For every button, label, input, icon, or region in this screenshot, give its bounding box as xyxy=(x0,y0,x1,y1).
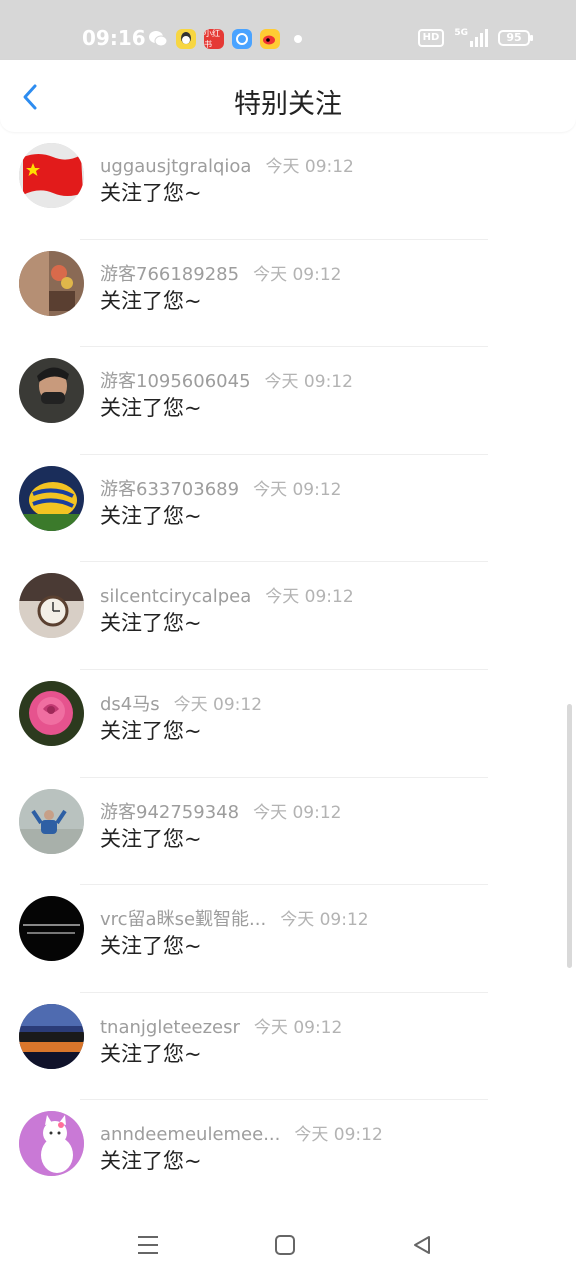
item-message: 关注了您~ xyxy=(100,181,202,205)
home-square-icon xyxy=(275,1235,295,1255)
item-message: 关注了您~ xyxy=(100,826,202,851)
avatar[interactable] xyxy=(19,896,84,962)
screen: 09:16 小红书 HD 5G 95 特别关注 uggausjtgralqioa… xyxy=(0,0,576,1280)
list-item[interactable]: ds4马s 今天 09:12 关注了您~ xyxy=(0,670,576,778)
network-type: 5G xyxy=(454,28,468,38)
user-name[interactable]: 游客942759348 xyxy=(100,802,239,823)
signal-icon xyxy=(470,29,488,47)
status-right: HD 5G 95 xyxy=(417,28,533,47)
item-time: 今天 09:12 xyxy=(253,802,342,823)
user-name[interactable]: 游客633703689 xyxy=(100,479,239,500)
item-time: 今天 09:12 xyxy=(264,372,353,393)
item-message: 关注了您~ xyxy=(100,503,202,528)
user-name[interactable]: ds4马s xyxy=(100,694,160,715)
item-header: 游客942759348 今天 09:12 xyxy=(100,798,341,824)
item-header: vrc留a眯se觐智能... 今天 09:12 xyxy=(100,905,369,931)
scrollbar[interactable] xyxy=(567,704,572,968)
item-message: 关注了您~ xyxy=(100,1041,202,1066)
status-time: 09:16 xyxy=(82,26,146,50)
avatar[interactable] xyxy=(19,788,84,854)
item-message: 关注了您~ xyxy=(100,288,202,313)
list-item[interactable]: uggausjtgralqioa 今天 09:12 关注了您~ xyxy=(0,132,576,240)
item-header: 游客766189285 今天 09:12 xyxy=(100,260,341,286)
list-item[interactable]: 游客1095606045 今天 09:12 关注了您~ xyxy=(0,347,576,455)
back-nav-button[interactable] xyxy=(405,1228,439,1262)
menu-icon xyxy=(138,1236,158,1254)
home-button[interactable] xyxy=(268,1228,302,1262)
list-item[interactable]: tnanjgleteezesr 今天 09:12 关注了您~ xyxy=(0,993,576,1101)
avatar[interactable] xyxy=(19,1003,84,1069)
navigation-bar xyxy=(0,1204,576,1280)
user-name[interactable]: silcentcirycalpea xyxy=(100,586,251,607)
item-message: 关注了您~ xyxy=(100,934,202,959)
header: 特别关注 xyxy=(0,60,576,132)
weibo-icon xyxy=(260,29,280,49)
item-header: 游客1095606045 今天 09:12 xyxy=(100,367,353,393)
item-message: 关注了您~ xyxy=(100,396,202,421)
notification-icons: 小红书 xyxy=(148,27,302,51)
list-item[interactable]: anndeemeulemee... 今天 09:12 关注了您~ xyxy=(0,1100,576,1204)
item-time: 今天 09:12 xyxy=(265,157,354,177)
list-item[interactable]: silcentcirycalpea 今天 09:12 关注了您~ xyxy=(0,562,576,670)
item-header: anndeemeulemee... 今天 09:12 xyxy=(100,1120,383,1145)
avatar[interactable] xyxy=(19,250,84,316)
item-time: 今天 09:12 xyxy=(280,910,369,931)
xiaohongshu-icon: 小红书 xyxy=(204,29,224,49)
more-notifications-dot xyxy=(294,35,302,43)
browser-icon xyxy=(232,29,252,49)
list-item[interactable]: 游客766189285 今天 09:12 关注了您~ xyxy=(0,240,576,348)
hd-badge: HD xyxy=(417,29,445,47)
status-bar: 09:16 小红书 HD 5G 95 xyxy=(0,0,576,60)
avatar[interactable] xyxy=(19,143,84,208)
avatar[interactable] xyxy=(19,1111,84,1177)
user-name[interactable]: 游客1095606045 xyxy=(100,371,251,392)
item-message: 关注了您~ xyxy=(100,1149,202,1174)
item-header: silcentcirycalpea 今天 09:12 xyxy=(100,582,354,607)
item-time: 今天 09:12 xyxy=(265,587,354,608)
item-message: 关注了您~ xyxy=(100,611,202,636)
item-header: uggausjtgralqioa 今天 09:12 xyxy=(100,152,354,177)
item-time: 今天 09:12 xyxy=(253,264,342,285)
list-item[interactable]: 游客942759348 今天 09:12 关注了您~ xyxy=(0,778,576,886)
user-name[interactable]: tnanjgleteezesr xyxy=(100,1017,240,1038)
user-name[interactable]: vrc留a眯se觐智能... xyxy=(100,909,266,930)
avatar[interactable] xyxy=(19,573,84,639)
qq-icon xyxy=(176,29,196,49)
item-time: 今天 09:12 xyxy=(253,479,342,500)
wechat-icon xyxy=(148,29,168,49)
avatar[interactable] xyxy=(19,358,84,424)
item-message: 关注了您~ xyxy=(100,718,202,743)
user-name[interactable]: anndeemeulemee... xyxy=(100,1124,280,1145)
follower-list[interactable]: uggausjtgralqioa 今天 09:12 关注了您~ 游客766189285… xyxy=(0,132,576,1204)
menu-button[interactable] xyxy=(131,1228,165,1262)
list-item[interactable]: vrc留a眯se觐智能... 今天 09:12 关注了您~ xyxy=(0,885,576,993)
item-time: 今天 09:12 xyxy=(294,1125,383,1146)
list-item[interactable]: 游客633703689 今天 09:12 关注了您~ xyxy=(0,455,576,563)
page-title: 特别关注 xyxy=(234,89,342,120)
avatar[interactable] xyxy=(19,680,84,746)
item-header: ds4马s 今天 09:12 xyxy=(100,690,262,716)
avatar[interactable] xyxy=(19,465,84,531)
item-time: 今天 09:12 xyxy=(253,1017,343,1038)
item-time: 今天 09:12 xyxy=(173,694,263,715)
battery-icon: 95 xyxy=(498,30,533,46)
user-name[interactable]: 游客766189285 xyxy=(100,264,239,285)
item-header: 游客633703689 今天 09:12 xyxy=(100,475,341,501)
back-triangle-icon xyxy=(414,1236,430,1254)
item-header: tnanjgleteezesr 今天 09:12 xyxy=(100,1013,342,1038)
user-name[interactable]: uggausjtgralqioa xyxy=(100,156,251,177)
